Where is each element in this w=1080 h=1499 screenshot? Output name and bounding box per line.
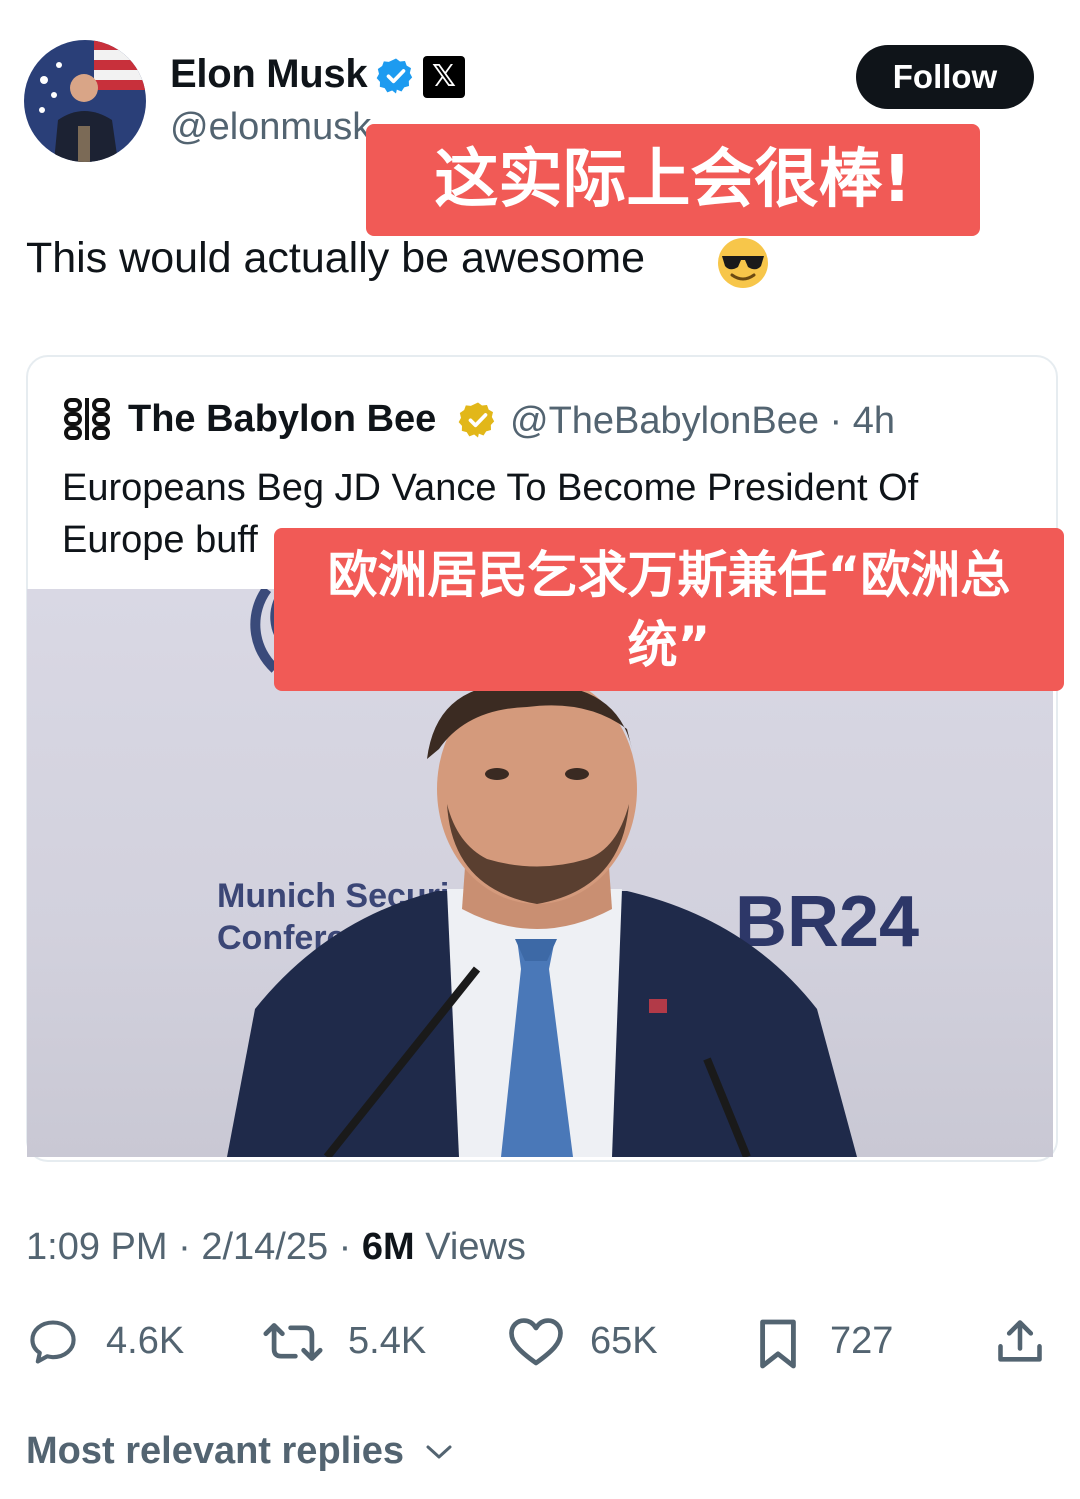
share-button[interactable] (994, 1312, 1050, 1372)
tweet-time[interactable]: 1:09 PM (26, 1226, 168, 1268)
repost-icon (263, 1323, 323, 1361)
x-affiliation-icon: 𝕏 (423, 56, 465, 98)
like-button[interactable]: 65K (508, 1312, 678, 1372)
bookmark-count: 727 (830, 1320, 894, 1362)
verified-org-badge-icon (458, 402, 495, 438)
replies-sort-label[interactable]: Most relevant replies (26, 1430, 404, 1473)
reply-button[interactable]: 4.6K (26, 1312, 206, 1372)
repost-count: 5.4K (348, 1320, 427, 1362)
tweet-text: This would actually be awesome (26, 234, 646, 282)
bookmark-icon (760, 1319, 796, 1369)
author-name[interactable]: Elon Musk (170, 52, 368, 97)
overlay-caption-top: 这实际上会很棒! (366, 124, 980, 236)
verified-badge-icon (376, 58, 413, 94)
photo-br24-logo: BR24 (735, 882, 919, 962)
overlay-caption-middle-line-2: 统” (627, 616, 711, 674)
avatar[interactable] (24, 40, 146, 162)
repost-button[interactable]: 5.4K (262, 1312, 442, 1372)
overlay-caption-middle-line-1: 欧洲居民乞求万斯兼任“欧洲总 (327, 546, 1011, 604)
author-handle[interactable]: @elonmusk (170, 106, 371, 149)
views-count: 6M (361, 1226, 415, 1268)
quoted-text-line-1: Europeans Beg JD Vance To Become Preside… (62, 467, 919, 509)
like-count: 65K (590, 1320, 658, 1362)
chevron-down-icon[interactable] (424, 1440, 454, 1464)
tweet-date[interactable]: 2/14/25 (201, 1226, 328, 1268)
bookmark-button[interactable]: 727 (756, 1312, 906, 1372)
quoted-handle: @TheBabylonBee (510, 400, 819, 442)
sunglasses-emoji-icon (718, 238, 768, 288)
follow-button[interactable]: Follow (856, 45, 1034, 109)
tweet-meta: 1:09 PM · 2/14/25 · 6M Views (26, 1226, 526, 1268)
quoted-age: 4h (852, 400, 896, 442)
heart-icon (509, 1318, 563, 1366)
views-label: Views (425, 1226, 526, 1268)
reply-count: 4.6K (106, 1320, 185, 1362)
quoted-author-name[interactable]: The Babylon Bee (128, 398, 436, 441)
overlay-caption-middle: 欧洲居民乞求万斯兼任“欧洲总 统” (274, 528, 1064, 691)
quoted-handle-line[interactable]: @TheBabylonBee · 4h (510, 400, 895, 443)
reply-icon (30, 1320, 76, 1364)
share-icon (998, 1320, 1042, 1362)
babylon-bee-logo-icon (64, 398, 110, 440)
